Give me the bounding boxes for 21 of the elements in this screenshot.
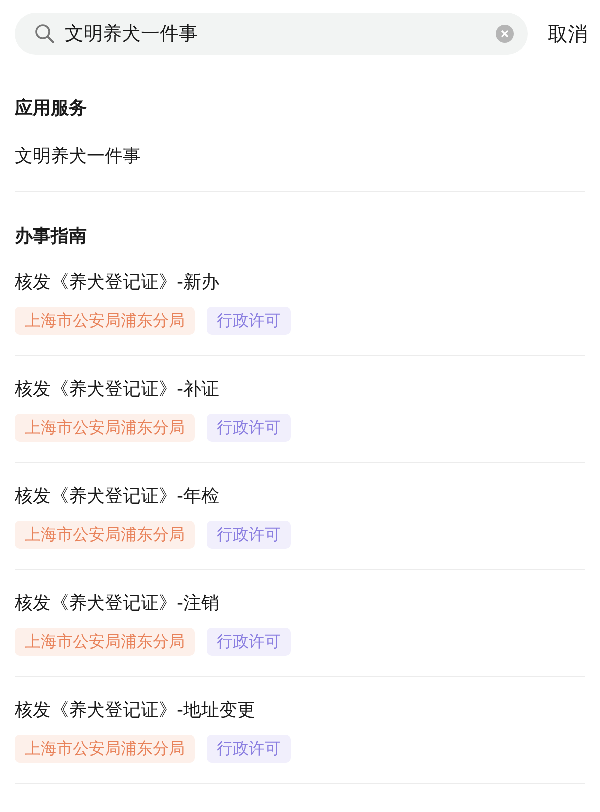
result-title[interactable]: 文明养犬一件事 bbox=[15, 145, 585, 169]
section-title: 应用服务 bbox=[15, 97, 88, 121]
department-tag: 上海市公安局浦东分局 bbox=[15, 521, 195, 549]
result-title[interactable]: 核发《养犬登记证》-注销 bbox=[15, 592, 585, 616]
clear-icon[interactable] bbox=[496, 25, 514, 43]
result-title[interactable]: 核发《养犬登记证》-地址变更 bbox=[15, 699, 585, 723]
section-title: 办事指南 bbox=[15, 225, 88, 249]
result-title[interactable]: 核发《养犬登记证》-新办 bbox=[15, 271, 585, 295]
category-tag: 行政许可 bbox=[207, 307, 291, 335]
department-tag: 上海市公安局浦东分局 bbox=[15, 735, 195, 763]
category-tag: 行政许可 bbox=[207, 521, 291, 549]
result-title[interactable]: 核发《养犬登记证》-补证 bbox=[15, 378, 585, 402]
category-tag: 行政许可 bbox=[207, 735, 291, 763]
department-tag: 上海市公安局浦东分局 bbox=[15, 628, 195, 656]
category-tag: 行政许可 bbox=[207, 414, 291, 442]
cancel-button[interactable]: 取消 bbox=[548, 20, 588, 48]
result-title[interactable]: 核发《养犬登记证》-年检 bbox=[15, 485, 585, 509]
department-tag: 上海市公安局浦东分局 bbox=[15, 414, 195, 442]
category-tag: 行政许可 bbox=[207, 628, 291, 656]
search-field[interactable]: 文明养犬一件事 bbox=[15, 13, 528, 55]
department-tag: 上海市公安局浦东分局 bbox=[15, 307, 195, 335]
